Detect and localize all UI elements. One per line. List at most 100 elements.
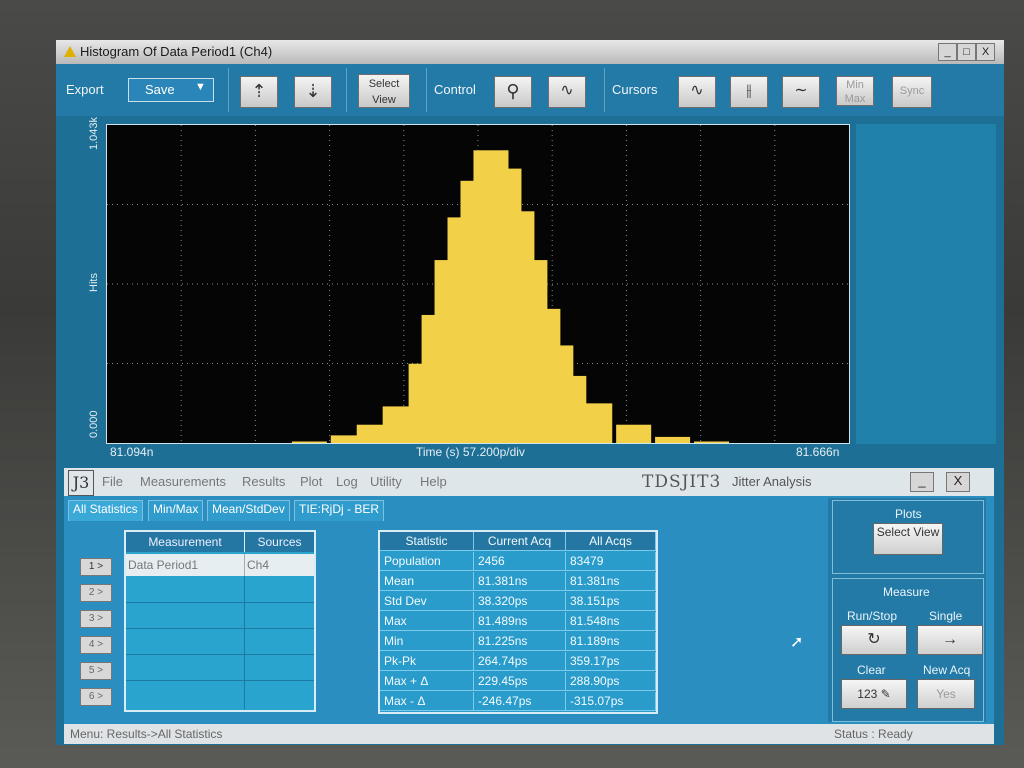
control-label: Control [434, 82, 476, 97]
clear-label: Clear [857, 663, 886, 677]
tab-all-statistics[interactable]: All Statistics [68, 500, 143, 521]
table-row[interactable]: Ch4 [245, 554, 314, 576]
tab-tie-rjdj-ber[interactable]: TIE:RjDj - BER [294, 500, 385, 521]
all-acqs-cell: 288.90ps [566, 672, 656, 691]
upload-icon: ⇡ [251, 81, 267, 101]
side-panel: Plots Select View Measure Run/Stop Singl… [828, 498, 986, 722]
stats-row[interactable]: Mean 81.381ns 81.381ns [380, 572, 656, 592]
current-acq-cell: 264.74ps [474, 652, 566, 671]
app-logo: J3 [68, 470, 94, 496]
measurement-header: Measurement [126, 532, 245, 552]
single-label: Single [929, 609, 963, 623]
toolbar-separator [426, 68, 427, 112]
statistic-cell: Max - Δ [380, 692, 474, 711]
save-dropdown[interactable]: Save ▼ [128, 78, 214, 102]
measure-group: Measure Run/Stop Single ↻ → Clear New Ac… [832, 578, 984, 722]
app-minimize-button[interactable]: _ [910, 472, 934, 492]
menu-results[interactable]: Results [242, 474, 285, 489]
tab-mean-stddev[interactable]: Mean/StdDev [207, 500, 290, 521]
row-select-button[interactable]: 2 > [80, 584, 112, 602]
sync-button[interactable]: Sync [892, 76, 932, 108]
row-select-button[interactable]: 1 > [80, 558, 112, 576]
minimize-button[interactable]: _ [938, 43, 957, 61]
current-acq-cell: 38.320ps [474, 592, 566, 611]
select-view-button[interactable]: Select View [358, 74, 410, 108]
control-waveform-button[interactable]: ∿ [548, 76, 586, 108]
stats-row[interactable]: Population 2456 83479 [380, 552, 656, 572]
eraser-icon: ✎ [880, 687, 891, 701]
current-acq-cell: 2456 [474, 552, 566, 571]
plots-label: Plots [895, 507, 922, 521]
menu-help[interactable]: Help [420, 474, 447, 489]
current-acq-cell: 81.225ns [474, 632, 566, 651]
current-acq-cell: 81.489ns [474, 612, 566, 631]
app-close-button[interactable]: X [946, 472, 970, 492]
toolbar-separator [228, 68, 229, 112]
stats-row[interactable]: Max 81.489ns 81.548ns [380, 612, 656, 632]
menu-measurements[interactable]: Measurements [140, 474, 226, 489]
status-bar: Menu: Results->All Statistics Status : R… [64, 724, 994, 744]
all-acqs-cell: 81.548ns [566, 612, 656, 631]
statistic-cell: Std Dev [380, 592, 474, 611]
menu-path-text: Menu: Results->All Statistics [70, 727, 223, 741]
download-icon: ⇣ [305, 81, 321, 101]
stats-row[interactable]: Max + Δ 229.45ps 288.90ps [380, 672, 656, 692]
cursor-wave-button[interactable]: ∿ [678, 76, 716, 108]
minmax-button[interactable]: Min Max [836, 76, 874, 106]
stats-header-row: Statistic Current Acq All Acqs [380, 532, 656, 552]
histogram-plot[interactable] [106, 124, 850, 444]
toolbar-separator [604, 68, 605, 112]
statistic-cell: Min [380, 632, 474, 651]
stats-row[interactable]: Std Dev 38.320ps 38.151ps [380, 592, 656, 612]
clear-button[interactable]: 123 ✎ [841, 679, 907, 709]
maximize-button[interactable]: □ [957, 43, 976, 61]
stats-row[interactable]: Min 81.225ns 81.189ns [380, 632, 656, 652]
row-select-button[interactable]: 5 > [80, 662, 112, 680]
export-down-button[interactable]: ⇣ [294, 76, 332, 108]
measurement-cell: Data Period1 [128, 558, 199, 572]
tab-min-max[interactable]: Min/Max [148, 500, 204, 521]
row-select-button[interactable]: 4 > [80, 636, 112, 654]
table-row[interactable]: Data Period1 [126, 554, 245, 576]
all-acqs-cell: 359.17ps [566, 652, 656, 671]
screen: Histogram Of Data Period1 (Ch4) _ □ X Ex… [56, 40, 1004, 745]
source-cell: Ch4 [247, 558, 270, 572]
statistic-header: Statistic [380, 532, 474, 551]
plots-group: Plots Select View [832, 500, 984, 574]
current-acq-cell: 229.45ps [474, 672, 566, 691]
zoom-button[interactable]: ⚲ [494, 76, 532, 108]
all-acqs-cell: 81.189ns [566, 632, 656, 651]
stats-row[interactable]: Pk-Pk 264.74ps 359.17ps [380, 652, 656, 672]
menu-log[interactable]: Log [336, 474, 358, 489]
new-acq-yes-button[interactable]: Yes [917, 679, 975, 709]
mouse-pointer-icon: ➚ [790, 634, 804, 651]
row-select-button[interactable]: 3 > [80, 610, 112, 628]
statistic-cell: Max + Δ [380, 672, 474, 691]
x-left-label: 81.094n [110, 445, 154, 459]
vertical-cursor-icon: ⫲ [746, 82, 752, 99]
export-up-button[interactable]: ⇡ [240, 76, 278, 108]
single-button[interactable]: → [917, 625, 983, 655]
status-text: Status : Ready [834, 727, 913, 741]
statistic-cell: Mean [380, 572, 474, 591]
run-stop-button[interactable]: ↻ [841, 625, 907, 655]
measurement-table: Measurement Sources Data Period1 Ch4 [124, 530, 316, 712]
plots-select-view-button[interactable]: Select View [873, 523, 943, 555]
stats-row[interactable]: Max - Δ -246.47ps -315.07ps [380, 692, 656, 712]
export-label: Export [66, 82, 104, 97]
y-top-label: 1.043k [88, 116, 100, 150]
measure-label: Measure [883, 585, 930, 599]
menu-plot[interactable]: Plot [300, 474, 322, 489]
menu-file[interactable]: File [102, 474, 123, 489]
chevron-down-icon: ▼ [195, 81, 206, 93]
new-acq-label: New Acq [923, 663, 971, 677]
magnifier-icon: ⚲ [506, 81, 520, 101]
cursor-vertical-button[interactable]: ⫲ [730, 76, 768, 108]
close-button[interactable]: X [976, 43, 995, 61]
window-title: Histogram Of Data Period1 (Ch4) [80, 44, 273, 59]
statistic-cell: Pk-Pk [380, 652, 474, 671]
cursor-horizontal-button[interactable]: ∼ [782, 76, 820, 108]
row-select-button[interactable]: 6 > [80, 688, 112, 706]
menu-utility[interactable]: Utility [370, 474, 402, 489]
current-acq-cell: -246.47ps [474, 692, 566, 711]
